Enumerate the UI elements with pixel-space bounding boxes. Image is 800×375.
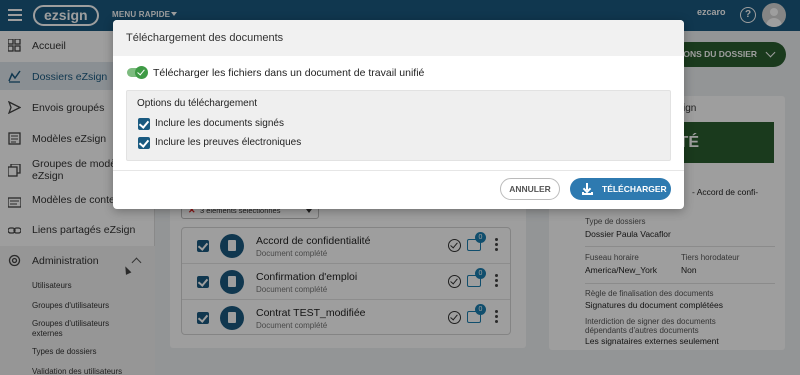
check-icon [135, 66, 148, 79]
download-icon [582, 183, 593, 195]
include-proofs-label[interactable]: Inclure les preuves électroniques [155, 137, 301, 148]
unified-document-toggle[interactable] [127, 66, 148, 79]
download-options-box: Options du téléchargement Inclure les do… [126, 90, 671, 161]
include-signed-label[interactable]: Inclure les documents signés [155, 118, 284, 129]
cancel-button[interactable]: ANNULER [500, 178, 560, 200]
toggle-label: Télécharger les fichiers dans un documen… [153, 67, 425, 79]
dialog-header: Téléchargement des documents [113, 20, 684, 56]
options-title: Options du téléchargement [137, 98, 258, 109]
divider [113, 170, 684, 171]
download-dialog: Téléchargement des documents Télécharger… [113, 20, 684, 209]
download-label: TÉLÉCHARGER [602, 184, 667, 194]
include-proofs-checkbox[interactable] [138, 137, 150, 149]
dialog-title: Téléchargement des documents [126, 32, 284, 44]
include-signed-checkbox[interactable] [138, 118, 150, 130]
download-button[interactable]: TÉLÉCHARGER [570, 178, 671, 200]
